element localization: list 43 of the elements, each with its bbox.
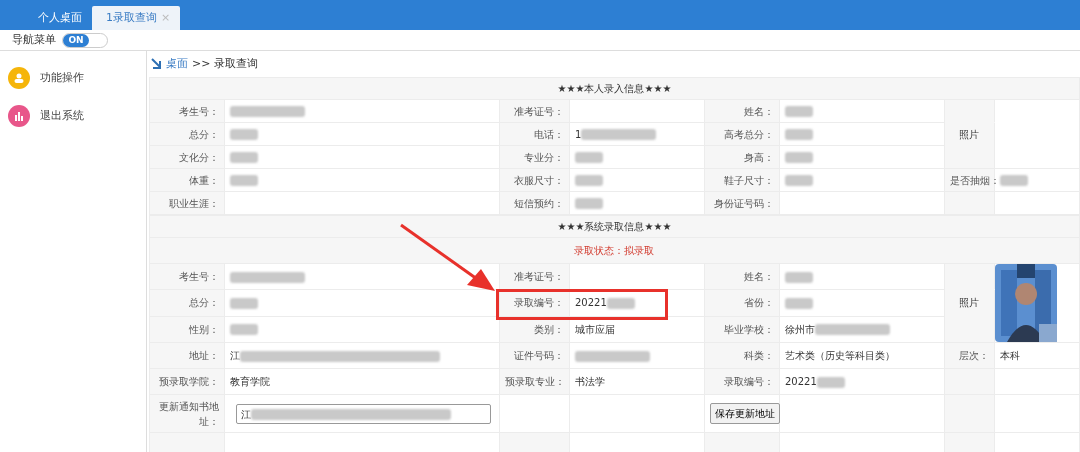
field-label: 职业生涯： [149, 191, 225, 215]
nav-menu-label: 导航菜单 [12, 31, 56, 48]
field-label: 省份： [704, 289, 780, 317]
field-value: 教育学院 [224, 368, 500, 395]
home-link[interactable]: 桌面 [165, 55, 188, 73]
section-title: ★★★系统录取信息★★★ [149, 215, 1080, 238]
field-value: 20221 [784, 376, 817, 387]
field-label: 毕业学校： [704, 316, 780, 343]
section-title: ★★★本人录入信息★★★ [149, 77, 1080, 100]
save-address-button[interactable]: 保存更新地址 [709, 403, 780, 424]
field-label: 姓名： [704, 263, 780, 290]
field-value: 本科 [994, 342, 1080, 369]
breadcrumb-current: 录取查询 [214, 55, 259, 72]
field-label: 证件号码： [499, 342, 570, 369]
field-value: 江 [229, 350, 240, 361]
field-label: 预录取专业： [499, 368, 570, 395]
admission-status: 录取状态：拟录取 [149, 237, 1080, 264]
tab[interactable]: 1录取查询 × [92, 6, 181, 30]
sidebar-item[interactable]: 功能操作 [0, 59, 146, 97]
field-label: 文化分： [149, 145, 225, 169]
field-label: 地址： [149, 342, 225, 369]
field-label: 更新通知书地址： [149, 394, 225, 433]
field-label: 体重： [149, 168, 225, 192]
field-label: 预录取学院： [149, 368, 225, 395]
sidebar-item[interactable]: 退出系统 [0, 97, 146, 135]
breadcrumb-separator: >> [191, 55, 211, 72]
arrow-icon [149, 58, 162, 70]
field-value: 书法学 [569, 368, 705, 395]
field-label: 科类： [704, 342, 780, 369]
field-label: 性别： [149, 316, 225, 343]
field-label: 考生号： [149, 99, 225, 123]
field-label: 准考证号： [499, 263, 570, 290]
input-field[interactable]: 江 [235, 403, 491, 424]
field-label: 录取编号： [704, 368, 780, 395]
field-label: 总分： [149, 289, 225, 317]
field-value: 艺术类（历史等科目类） [779, 342, 945, 369]
tab[interactable]: 个人桌面 [24, 6, 92, 30]
field-value: 1 [574, 128, 582, 140]
field-value: 20221 [574, 297, 607, 309]
toggle-switch[interactable]: ON [62, 32, 108, 48]
field-label: 考生号： [149, 263, 225, 290]
field-value: 徐州市 [784, 323, 815, 335]
field-label: 总分： [149, 122, 225, 146]
